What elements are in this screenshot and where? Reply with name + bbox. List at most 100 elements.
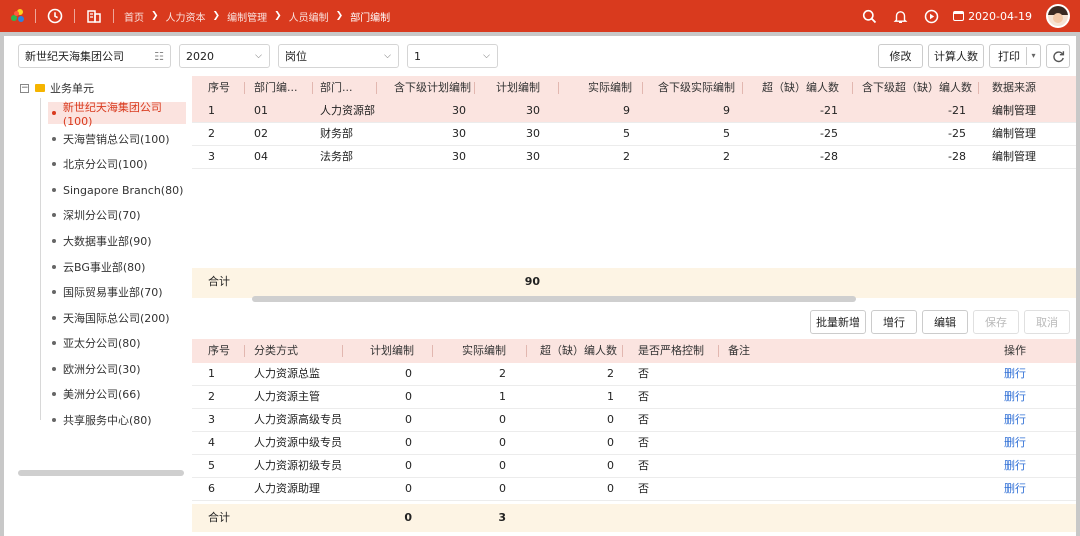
col-header[interactable]: 是否严格控制 [638,339,704,363]
tree-item[interactable]: 美洲分公司(66) [48,383,186,405]
cell-dept-name: 财务部 [320,127,353,140]
tree-item[interactable]: 亚太分公司(80) [48,332,186,354]
tree-item[interactable]: 欧洲分公司(30) [48,358,186,380]
tree-item[interactable]: 国际贸易事业部(70) [48,281,186,303]
tree-item[interactable]: 天海国际总公司(200) [48,307,186,329]
col-header[interactable]: 实际编制 [588,76,632,100]
col-header[interactable]: 计划编制 [496,76,540,100]
cell-category: 人力资源高级专员 [254,413,342,426]
refresh-button[interactable] [1046,44,1070,68]
table-row[interactable]: 2 人力资源主管 0 1 1 否 删行 [192,386,1076,409]
table-row[interactable]: 2 02 财务部 30 30 5 5 -25 -25 编制管理 [192,123,1076,146]
delete-row-link[interactable]: 删行 [1004,386,1026,408]
breadcrumb-personnel-staffing[interactable]: 人员编制 [289,9,329,24]
col-header[interactable]: 部门编... [254,76,298,100]
cell-actual: 0 [499,413,506,426]
col-header[interactable]: 含下级实际编制 [658,76,735,100]
tree-item[interactable]: Singapore Branch(80) [48,179,186,201]
year-select[interactable]: 2020 ⌵ [179,44,270,68]
col-header[interactable]: 操作 [1004,339,1026,363]
cell-actual: 0 [499,482,506,495]
table-row[interactable]: 3 人力资源高级专员 0 0 0 否 删行 [192,409,1076,432]
footer-label: 合计 [208,511,230,524]
cell-category: 人力资源主管 [254,390,320,403]
refresh-icon [1052,50,1064,62]
level-select[interactable]: 1 ⌵ [407,44,498,68]
add-row-button[interactable]: 增行 [871,310,917,334]
type-select[interactable]: 岗位 ⌵ [278,44,399,68]
app-logo[interactable] [11,9,25,23]
current-date[interactable]: 2020-04-19 [953,10,1032,23]
cell-dept-code: 02 [254,127,268,140]
col-header[interactable]: 实际编制 [462,339,506,363]
list-icon[interactable]: ☷ [154,50,164,63]
breadcrumb-hr-capital[interactable]: 人力资本 [166,9,206,24]
delete-row-link[interactable]: 删行 [1004,363,1026,385]
tree-item[interactable]: 北京分公司(100) [48,153,186,175]
batch-add-button[interactable]: 批量新增 [810,310,866,334]
table-scrollbar[interactable] [252,296,856,302]
col-header[interactable]: 序号 [208,76,230,100]
col-header[interactable]: 备注 [728,339,750,363]
main-panel: 新世纪天海集团公司 ☷ 2020 ⌵ 岗位 ⌵ 1 ⌵ 修改 计算人数 打印 ▾… [4,36,1076,536]
cell-actual: 0 [499,436,506,449]
cell-dept-code: 04 [254,150,268,163]
col-header[interactable]: 部门... [320,76,353,100]
tree-scrollbar[interactable] [18,470,184,476]
delete-row-link[interactable]: 删行 [1004,455,1026,477]
cell-over-short: -28 [820,150,838,163]
table-row[interactable]: 3 04 法务部 30 30 2 2 -28 -28 编制管理 [192,146,1076,169]
col-header[interactable]: 超（缺）编人数 [540,339,617,363]
col-header[interactable]: 超（缺）编人数 [762,76,839,100]
company-selector[interactable]: 新世纪天海集团公司 ☷ [18,44,171,68]
col-header[interactable]: 数据来源 [992,76,1036,100]
col-header[interactable]: 含下级超（缺）编人数 [862,76,972,100]
edit-detail-button[interactable]: 编辑 [922,310,968,334]
collapse-icon[interactable]: − [20,83,29,93]
col-header[interactable]: 分类方式 [254,339,298,363]
table-header: 序号 分类方式 计划编制 实际编制 超（缺）编人数 是否严格控制 备注 操作 [192,339,1076,363]
cell-sub-plan: 30 [452,150,466,163]
tree-item[interactable]: 云BG事业部(80) [48,256,186,278]
table-row[interactable]: 4 人力资源中级专员 0 0 0 否 删行 [192,432,1076,455]
calc-headcount-button[interactable]: 计算人数 [928,44,984,68]
table-row[interactable]: 5 人力资源初级专员 0 0 0 否 删行 [192,455,1076,478]
breadcrumb-staffing-mgmt[interactable]: 编制管理 [227,9,267,24]
save-button[interactable]: 保存 [973,310,1019,334]
tree-item[interactable]: 共享服务中心(80) [48,409,186,431]
cell-source: 编制管理 [992,127,1036,140]
delete-row-link[interactable]: 删行 [1004,409,1026,431]
tree-root-label: 业务单元 [50,82,94,95]
table-row[interactable]: 1 01 人力资源部 30 30 9 9 -21 -21 编制管理 [192,100,1076,123]
table-row[interactable]: 1 人力资源总监 0 2 2 否 删行 [192,363,1076,386]
breadcrumb-home[interactable]: 首页 [124,9,144,24]
building-icon[interactable] [85,7,103,25]
tree-item[interactable]: 新世纪天海集团公司(100) [48,101,186,128]
col-header[interactable]: 序号 [208,339,230,363]
cell-over-short: 0 [607,413,614,426]
delete-row-link[interactable]: 删行 [1004,432,1026,454]
history-clock-icon[interactable] [46,7,64,25]
table-row[interactable]: 6 人力资源助理 0 0 0 否 删行 [192,478,1076,501]
print-button[interactable]: 打印 ▾ [989,44,1041,68]
filter-bar: 新世纪天海集团公司 ☷ 2020 ⌵ 岗位 ⌵ 1 ⌵ [18,44,506,68]
footer-actual-total: 3 [498,511,506,524]
delete-row-link[interactable]: 删行 [1004,478,1026,500]
cancel-button[interactable]: 取消 [1024,310,1070,334]
tree-item[interactable]: 大数据事业部(90) [48,230,186,252]
edit-button[interactable]: 修改 [878,44,923,68]
type-value: 岗位 [285,50,307,63]
chevron-down-icon[interactable]: ▾ [1026,47,1040,65]
tree-root[interactable]: − 业务单元 [18,76,184,100]
col-header[interactable]: 计划编制 [370,339,414,363]
play-circle-icon[interactable] [922,7,940,25]
col-header[interactable]: 含下级计划编制 [394,76,471,100]
chevron-right-icon: ❯ [212,11,221,21]
search-icon[interactable] [860,7,878,25]
tree-item[interactable]: 深圳分公司(70) [48,204,186,226]
tree-item[interactable]: 天海营销总公司(100) [48,128,186,150]
cell-over-short: 2 [607,367,614,380]
bell-icon[interactable] [891,7,909,25]
avatar[interactable] [1046,4,1070,28]
chevron-right-icon: ❯ [335,11,344,21]
